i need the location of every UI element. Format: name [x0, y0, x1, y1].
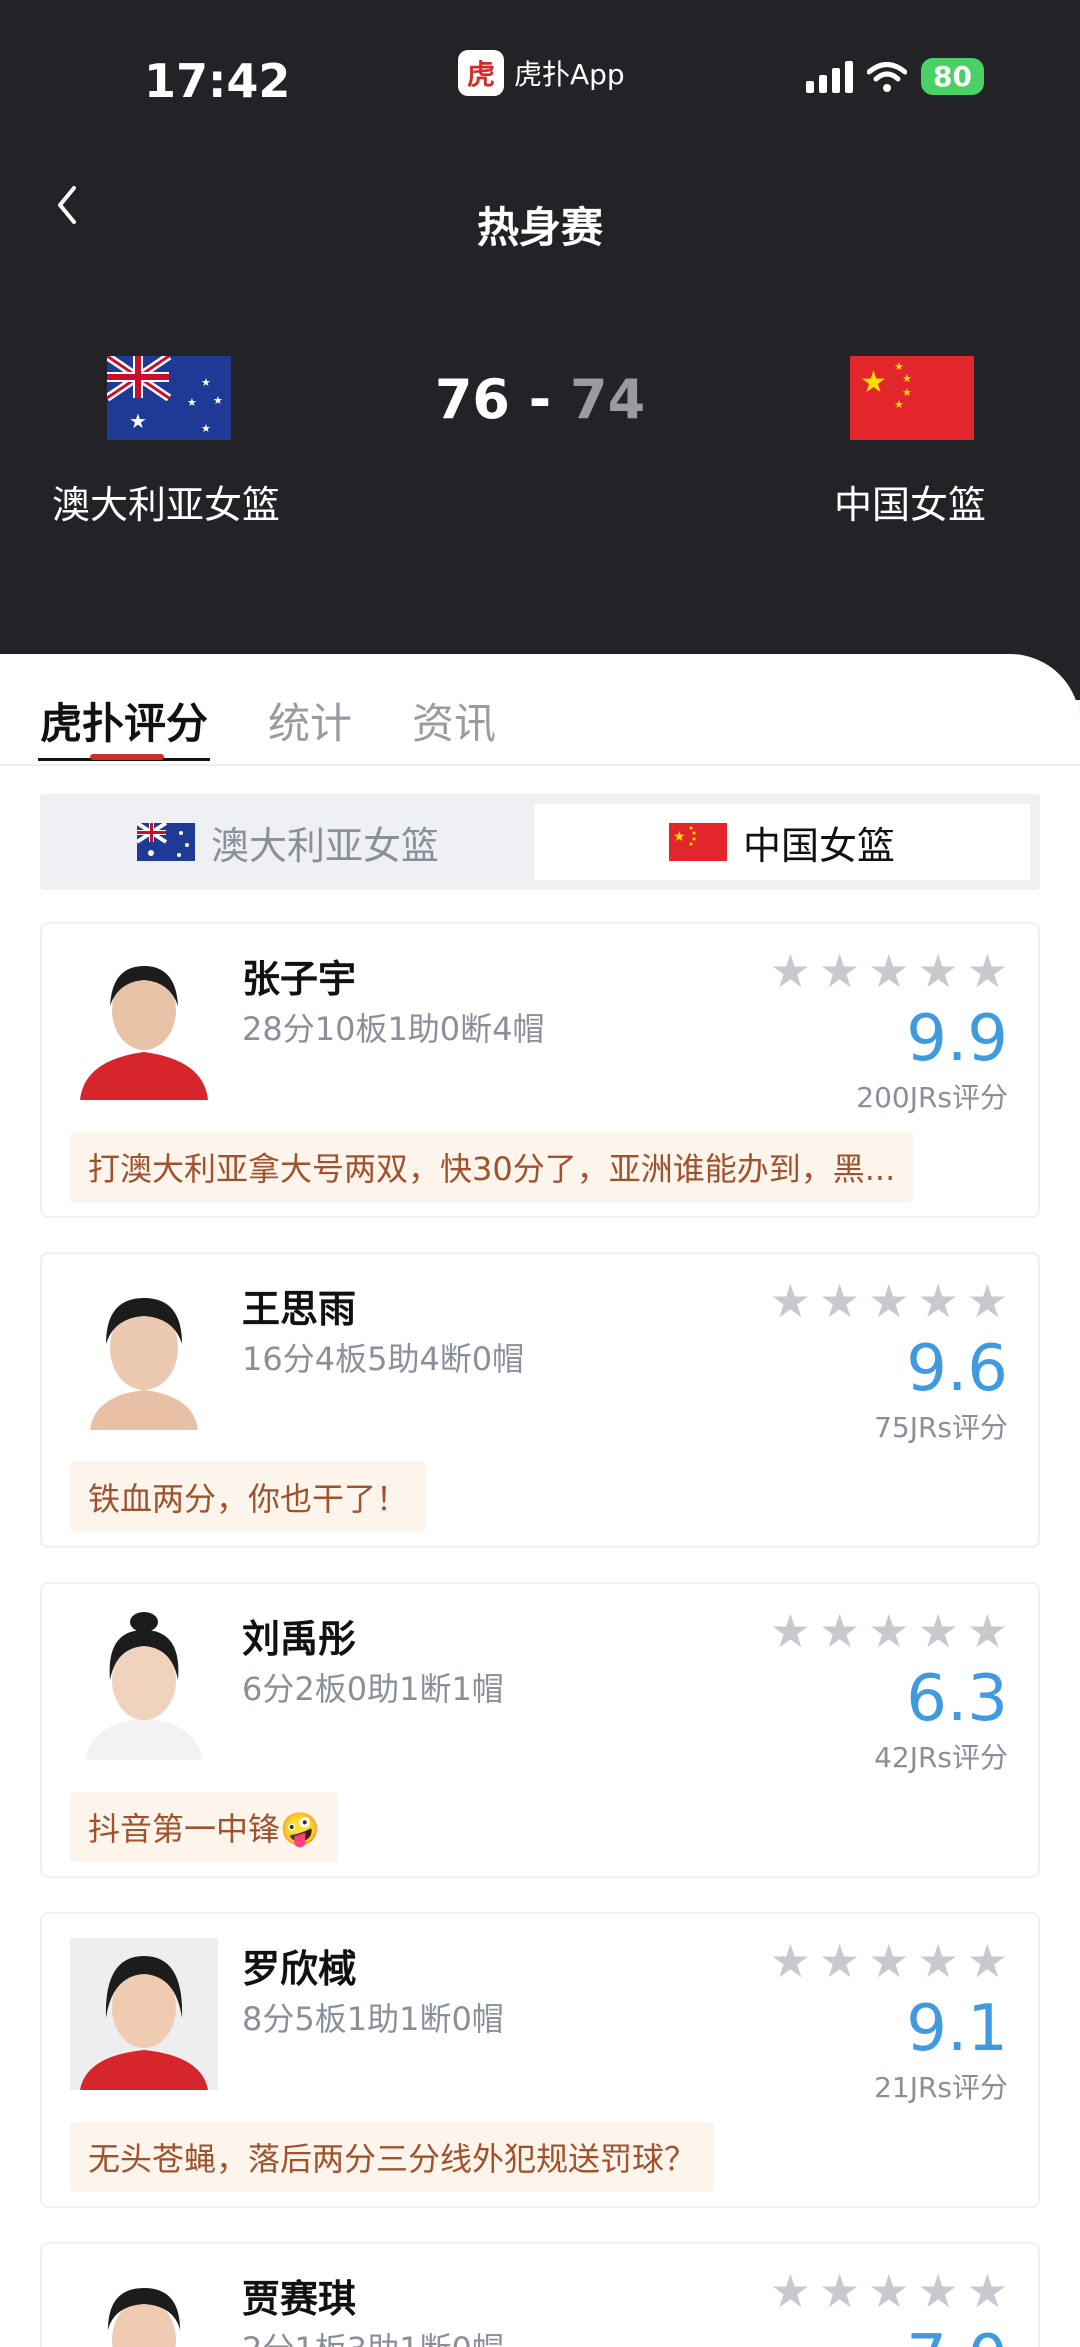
star-icon[interactable]: ★ [868, 2268, 909, 2314]
wifi-icon [867, 61, 908, 92]
tab-hupu-rating[interactable]: 虎扑评分 [37, 690, 211, 761]
home-score: 76 [434, 368, 510, 431]
star-icon[interactable]: ★ [868, 1938, 909, 1984]
player-name: 刘禹彤 [242, 1617, 357, 1661]
player-name: 罗欣棫 [242, 1947, 357, 1991]
player-stats: 16分4板5助4断0帽 [242, 1340, 525, 1378]
svg-text:★: ★ [860, 365, 887, 400]
australia-flag-icon [136, 823, 195, 861]
player-name: 王思雨 [242, 1287, 357, 1331]
player-stats: 8分5板1助1断0帽 [242, 2000, 504, 2038]
tab-bar: 虎扑评分 统计 资讯 [37, 690, 496, 761]
star-icon[interactable]: ★ [967, 1608, 1008, 1654]
star-icon[interactable]: ★ [819, 1938, 860, 1984]
player-avatar [70, 1608, 218, 1760]
top-comment[interactable]: 铁血两分，你也干了！ [70, 1462, 427, 1532]
rater-count: 75JRs评分 [874, 1411, 1008, 1444]
divider [0, 764, 1080, 766]
rating-stars[interactable]: ★ ★ ★ ★ ★ [770, 1938, 1008, 1984]
star-icon[interactable]: ★ [819, 948, 860, 994]
rating-stars[interactable]: ★ ★ ★ ★ ★ [770, 948, 1008, 994]
player-card[interactable]: 张子宇 28分10板1助0断4帽 ★ ★ ★ ★ ★ 9.9 200JRs评分 打澳大利… [40, 922, 1040, 1218]
active-tab-indicator [90, 754, 164, 760]
player-stats: 6分2板0助1断1帽 [242, 1670, 504, 1708]
rater-count: 200JRs评分 [856, 1081, 1008, 1114]
top-comment[interactable]: 无头苍蝇，落后两分三分线外犯规送罚球？ [70, 2122, 715, 2192]
player-rating: 7.0 [906, 2322, 1008, 2347]
player-name: 贾赛琪 [242, 2277, 357, 2321]
system-icons: 80 [806, 58, 984, 95]
tab-news[interactable]: 资讯 [412, 690, 496, 761]
hupu-logo-icon: 虎 [458, 50, 504, 96]
rater-count: 21JRs评分 [874, 2071, 1008, 2104]
svg-text:★: ★ [894, 398, 904, 411]
player-name: 张子宇 [242, 957, 357, 1001]
team-switch-label: 澳大利亚女篮 [210, 823, 439, 868]
player-card[interactable]: 贾赛琪 2分1板3助1断0帽 ★★★★★ 7.0 [40, 2242, 1040, 2347]
status-bar: 17:42 虎 虎扑App 80 [0, 50, 1080, 110]
rating-stars[interactable]: ★ ★ ★ ★ ★ [770, 1278, 1008, 1324]
player-avatar [70, 948, 218, 1100]
star-icon[interactable]: ★ [770, 948, 811, 994]
app-name: 虎扑App [514, 58, 625, 91]
star-icon[interactable]: ★ [819, 2268, 860, 2314]
star-icon[interactable]: ★ [967, 1278, 1008, 1324]
app-tag[interactable]: 虎 虎扑App [458, 50, 625, 96]
star-icon[interactable]: ★ [918, 2268, 959, 2314]
player-avatar [70, 1278, 218, 1430]
top-comment[interactable]: 打澳大利亚拿大号两双，快30分了，亚洲谁能办到，黑... [70, 1132, 914, 1202]
player-stats: 2分1板3助1断0帽 [242, 2324, 504, 2347]
home-team-name[interactable]: 澳大利亚女篮 [52, 474, 280, 529]
player-rating: 9.1 [906, 1992, 1008, 2066]
star-icon[interactable]: ★ [819, 1608, 860, 1654]
player-rating: 6.3 [906, 1662, 1008, 1736]
player-card[interactable]: 罗欣棫 8分5板1助1断0帽 ★ ★ ★ ★ ★ 9.1 21JRs评分 无头苍蝇，落后… [40, 1912, 1040, 2208]
tab-stats[interactable]: 统计 [268, 690, 352, 761]
star-icon[interactable]: ★ [868, 1608, 909, 1654]
star-icon[interactable]: ★ [918, 1278, 959, 1324]
star-icon[interactable]: ★ [770, 1278, 811, 1324]
score-separator: - [528, 368, 552, 431]
page-title: 热身赛 [476, 203, 603, 252]
rating-stars[interactable]: ★ ★ ★ ★ ★ [770, 2268, 1008, 2314]
player-avatar [70, 2268, 218, 2347]
player-card[interactable]: 刘禹彤 6分2板0助1断1帽 ★ ★ ★ ★ ★ 6.3 42JRs评分 抖音第一中锋🤪 [40, 1582, 1040, 1878]
team-switch-australia[interactable]: 澳大利亚女篮 [40, 804, 536, 880]
svg-text:★: ★ [673, 829, 686, 845]
star-icon[interactable]: ★ [967, 948, 1008, 994]
rater-count: 42JRs评分 [874, 1741, 1008, 1774]
star-icon[interactable]: ★ [967, 1938, 1008, 1984]
star-icon[interactable]: ★ [770, 1938, 811, 1984]
match-header: 17:42 虎 虎扑App 80 热身赛 ★ ★ ★ ★ ★ 澳大利亚女篮 76… [0, 0, 1080, 700]
clock: 17:42 [144, 54, 291, 108]
star-icon[interactable]: ★ [918, 1608, 959, 1654]
svg-text:★: ★ [902, 372, 912, 385]
star-icon[interactable]: ★ [770, 1608, 811, 1654]
player-card[interactable]: 王思雨 16分4板5助4断0帽 ★ ★ ★ ★ ★ 9.6 75JRs评分 铁血两分，你… [40, 1252, 1040, 1548]
team-switch: 澳大利亚女篮 ★ 中国女篮 [40, 794, 1040, 890]
away-team-name[interactable]: 中国女篮 [834, 474, 986, 529]
team-switch-china[interactable]: ★ 中国女篮 [534, 804, 1030, 880]
star-icon[interactable]: ★ [918, 1938, 959, 1984]
team-switch-label: 中国女篮 [742, 823, 895, 868]
away-score: 74 [570, 368, 646, 431]
battery-indicator: 80 [921, 58, 984, 95]
star-icon[interactable]: ★ [819, 1278, 860, 1324]
star-icon[interactable]: ★ [918, 948, 959, 994]
rating-stars[interactable]: ★ ★ ★ ★ ★ [770, 1608, 1008, 1654]
player-avatar [70, 1938, 218, 2090]
star-icon[interactable]: ★ [967, 2268, 1008, 2314]
top-comment[interactable]: 抖音第一中锋🤪 [70, 1792, 338, 1862]
china-flag-icon: ★ ★ ★ ★ ★ [850, 356, 974, 440]
star-icon[interactable]: ★ [868, 1278, 909, 1324]
player-rating: 9.6 [906, 1332, 1008, 1406]
signal-icon [806, 60, 854, 93]
star-icon[interactable]: ★ [770, 2268, 811, 2314]
player-rating: 9.9 [906, 1002, 1008, 1076]
star-icon[interactable]: ★ [868, 948, 909, 994]
player-stats: 28分10板1助0断4帽 [242, 1010, 545, 1048]
china-flag-icon: ★ [668, 823, 727, 861]
